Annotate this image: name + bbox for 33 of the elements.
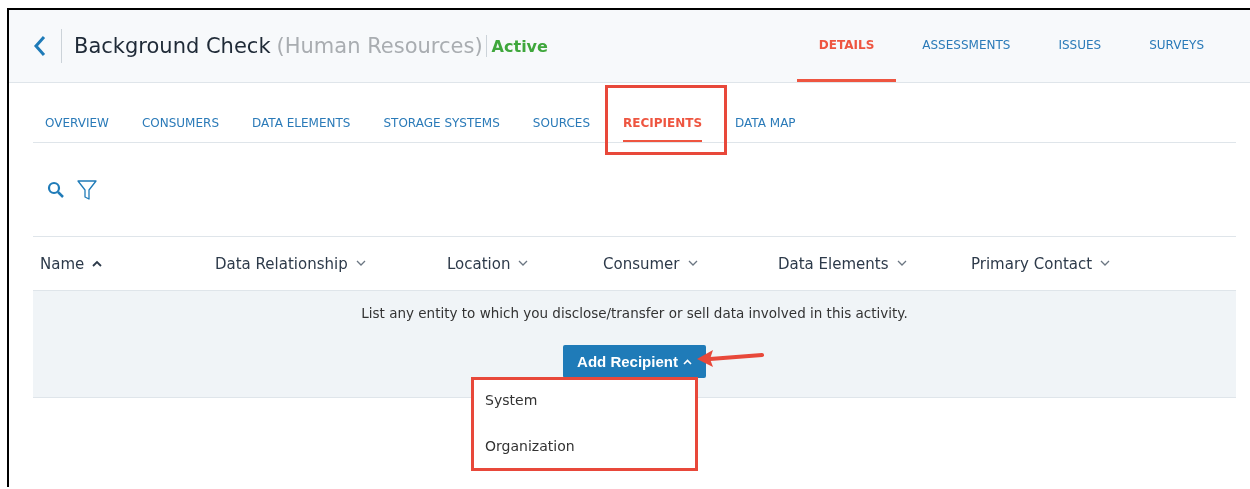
sub-tab[interactable]: OVERVIEW	[45, 116, 109, 142]
sub-tab[interactable]: DATA ELEMENTS	[252, 116, 351, 142]
sub-tab[interactable]: RECIPIENTS	[623, 116, 703, 142]
add-recipient-button[interactable]: Add Recipient	[563, 345, 706, 378]
menu-item[interactable]: Organization	[471, 435, 699, 481]
chevron-down-icon[interactable]	[518, 260, 529, 267]
sort-up-icon[interactable]	[92, 260, 103, 267]
main-tab[interactable]: DETAILS	[796, 10, 897, 82]
main-tab[interactable]: ISSUES	[1036, 10, 1124, 82]
status-label: Active	[491, 36, 548, 56]
chevron-down-icon[interactable]	[896, 260, 907, 267]
back-icon[interactable]	[33, 35, 47, 57]
column-header[interactable]: Name	[40, 254, 85, 273]
sub-tab[interactable]: SOURCES	[532, 116, 590, 142]
sub-tab[interactable]: DATA MAP	[735, 116, 796, 142]
sub-tab[interactable]: STORAGE SYSTEMS	[383, 116, 500, 142]
main-tab[interactable]: ASSESSMENTS	[900, 10, 1033, 82]
sub-tab[interactable]: CONSUMERS	[141, 116, 219, 142]
chevron-down-icon[interactable]	[687, 260, 698, 267]
column-header[interactable]: Consumer	[603, 254, 680, 273]
column-header[interactable]: Data Relationship	[215, 254, 348, 273]
main-tab[interactable]: SURVEYS	[1127, 10, 1226, 82]
filter-icon[interactable]	[77, 178, 97, 201]
chevron-down-icon[interactable]	[1100, 260, 1111, 267]
column-header[interactable]: Primary Contact	[971, 254, 1093, 273]
page-title: Background Check	[74, 34, 271, 58]
search-icon[interactable]	[47, 180, 65, 199]
column-header[interactable]: Data Elements	[778, 254, 889, 273]
column-header[interactable]: Location	[447, 254, 511, 273]
chevron-down-icon[interactable]	[355, 260, 366, 267]
empty-message: List any entity to which you disclose/transfer or sell data involved in this activity.	[361, 305, 908, 321]
menu-item[interactable]: System	[471, 389, 699, 435]
page-subtitle: (Human Resources)	[276, 34, 483, 58]
